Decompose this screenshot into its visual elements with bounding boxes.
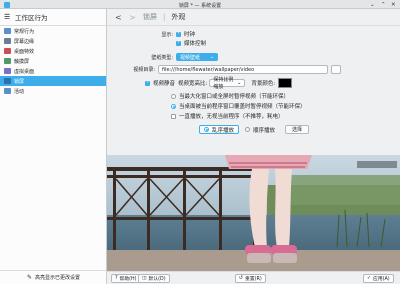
sidebar-item-icon xyxy=(4,78,11,84)
sidebar-item[interactable]: 锁屏 xyxy=(0,76,106,86)
pause-on-maximize-radio[interactable] xyxy=(171,93,176,99)
sidebar-title: 工作区行为 xyxy=(15,14,48,22)
maximize-button[interactable]: ⌃ xyxy=(381,2,386,8)
sidebar-item[interactable]: 虚拟桌面 xyxy=(0,66,106,76)
forward-arrow-icon[interactable]: > xyxy=(129,13,138,22)
sidebar-item-icon xyxy=(4,48,11,54)
bottom-button-bar: ? 帮助(H) ◫ 默认(D) ↺ 重置(R) ✓ 应用(A) xyxy=(107,271,400,284)
sidebar-item[interactable]: 常规行为 xyxy=(0,26,106,36)
select-button-label: 选择 xyxy=(292,127,303,133)
window-titlebar: 锁屏 * — 系统设置 ⌄ ⌃ ✕ xyxy=(0,0,400,9)
sequential-order-option[interactable]: 顺序播放 xyxy=(245,125,275,134)
sidebar-item[interactable]: 桌面特效 xyxy=(0,46,106,56)
pencil-icon: ✎ xyxy=(26,274,32,281)
bg-color-label: 背景颜色: xyxy=(251,81,276,87)
shuffle-radio xyxy=(204,127,209,132)
close-button[interactable]: ✕ xyxy=(391,2,396,8)
video-dir-label: 视频目录: xyxy=(133,67,155,73)
sidebar-item-label: 锁屏 xyxy=(14,78,25,85)
media-controls-label: 媒体控制 xyxy=(184,41,207,47)
sidebar-item[interactable]: 触摸屏 xyxy=(0,56,106,66)
select-button[interactable]: 选择 xyxy=(285,125,310,134)
wallpaper-preview xyxy=(107,155,400,271)
wallpaper-type-select[interactable]: 视频壁纸 ⌄ xyxy=(176,53,218,61)
highlight-changed-settings-button[interactable]: ✎ 高亮显示已更改设置 xyxy=(0,270,107,284)
mute-checkbox[interactable] xyxy=(145,79,150,86)
always-play-label: 一直播放，无视当前程序（不推荐，耗电） xyxy=(179,114,284,120)
help-button[interactable]: ? 帮助(H) xyxy=(111,274,141,283)
preview-image xyxy=(107,155,400,271)
page-title: 外观 xyxy=(171,13,186,21)
sidebar-item-icon xyxy=(4,28,11,34)
sidebar-item-icon xyxy=(4,88,11,94)
bg-color-swatch[interactable] xyxy=(278,78,293,88)
sidebar: ☰ 工作区行为 常规行为屏幕边缘桌面特效触摸屏虚拟桌面锁屏活动 ✎ 高亮显示已更… xyxy=(0,9,107,284)
sequential-radio xyxy=(245,127,251,132)
help-icon: ? xyxy=(115,276,118,281)
apply-button-label: 应用(A) xyxy=(373,277,390,282)
pause-on-covered-radio[interactable] xyxy=(171,103,176,109)
window-title: 锁屏 * — 系统设置 xyxy=(178,2,222,9)
defaults-icon: ◫ xyxy=(142,276,147,281)
minimize-button[interactable]: ⌄ xyxy=(370,2,375,8)
pause-on-covered-label: 当桌面被当前程序窗口覆盖时暂停视频（节能环保） xyxy=(179,104,306,110)
reset-icon: ↺ xyxy=(239,276,244,281)
sidebar-item-label: 虚拟桌面 xyxy=(14,68,35,75)
clock-checkbox[interactable] xyxy=(176,30,181,37)
aspect-ratio-value: 保持比例缩放 xyxy=(213,77,234,90)
sidebar-item-label: 桌面特效 xyxy=(14,48,35,55)
video-dir-value: file:///home/flewater/wallpaper/video xyxy=(162,66,255,73)
reset-button[interactable]: ↺ 重置(R) xyxy=(235,274,266,283)
appearance-form: 显示: 时钟 媒体控制 壁纸类型: 视频壁纸 ⌄ 视频目录: file:///h… xyxy=(107,26,400,154)
video-dir-input[interactable]: file:///home/flewater/wallpaper/video xyxy=(158,65,328,74)
sidebar-item-label: 常规行为 xyxy=(14,28,35,35)
mute-label: 视频静音 xyxy=(153,81,176,87)
clock-label: 时钟 xyxy=(184,32,196,38)
wallpaper-type-value: 视频壁纸 xyxy=(180,54,201,61)
breadcrumb-separator: | xyxy=(163,13,166,21)
apply-button[interactable]: ✓ 应用(A) xyxy=(363,274,394,283)
sidebar-item-icon xyxy=(4,58,11,64)
shuffle-label: 乱序播放 xyxy=(212,127,235,134)
media-controls-checkbox[interactable] xyxy=(176,39,181,46)
browse-folder-button[interactable] xyxy=(331,65,341,74)
main-panel: < > 锁屏 | 外观 显示: 时钟 媒体控制 壁纸类型: 视频壁纸 ⌄ 视频目… xyxy=(107,9,400,284)
sidebar-item-icon xyxy=(4,68,11,74)
sidebar-item[interactable]: 活动 xyxy=(0,86,106,96)
wallpaper-type-label: 壁纸类型: xyxy=(151,54,173,61)
back-arrow-icon[interactable]: < xyxy=(115,13,124,22)
sidebar-item-label: 触摸屏 xyxy=(14,58,30,65)
highlight-changed-label: 高亮显示已更改设置 xyxy=(35,275,81,281)
sequential-label: 顺序播放 xyxy=(253,127,276,134)
help-button-label: 帮助(H) xyxy=(119,277,137,282)
shuffle-order-option[interactable]: 乱序播放 xyxy=(199,125,240,134)
sidebar-header: ☰ 工作区行为 xyxy=(0,9,106,26)
display-label: 显示: xyxy=(161,31,173,38)
pause-on-maximize-label: 当最大化窗口或全屏时暂停视频（节能环保） xyxy=(179,94,290,100)
checkmark-icon: ✓ xyxy=(367,276,372,281)
sidebar-item-label: 活动 xyxy=(14,88,25,95)
defaults-button-label: 默认(D) xyxy=(148,277,166,282)
defaults-button[interactable]: ◫ 默认(D) xyxy=(138,274,170,283)
chevron-down-icon: ⌄ xyxy=(209,54,214,60)
ratio-label: 视频宽高比: xyxy=(178,81,208,87)
always-play-checkbox[interactable] xyxy=(171,113,176,119)
breadcrumb-lockscreen[interactable]: 锁屏 xyxy=(143,12,157,22)
sidebar-item-label: 屏幕边缘 xyxy=(14,38,35,45)
reset-button-label: 重置(R) xyxy=(245,277,262,282)
chevron-down-icon: ⌄ xyxy=(237,80,242,86)
breadcrumb-bar: < > 锁屏 | 外观 xyxy=(107,9,400,26)
sidebar-list: 常规行为屏幕边缘桌面特效触摸屏虚拟桌面锁屏活动 xyxy=(0,26,106,96)
sidebar-item-icon xyxy=(4,38,11,44)
sidebar-item[interactable]: 屏幕边缘 xyxy=(0,36,106,46)
aspect-ratio-select[interactable]: 保持比例缩放 ⌄ xyxy=(209,77,246,90)
hamburger-menu-icon[interactable]: ☰ xyxy=(4,13,11,21)
